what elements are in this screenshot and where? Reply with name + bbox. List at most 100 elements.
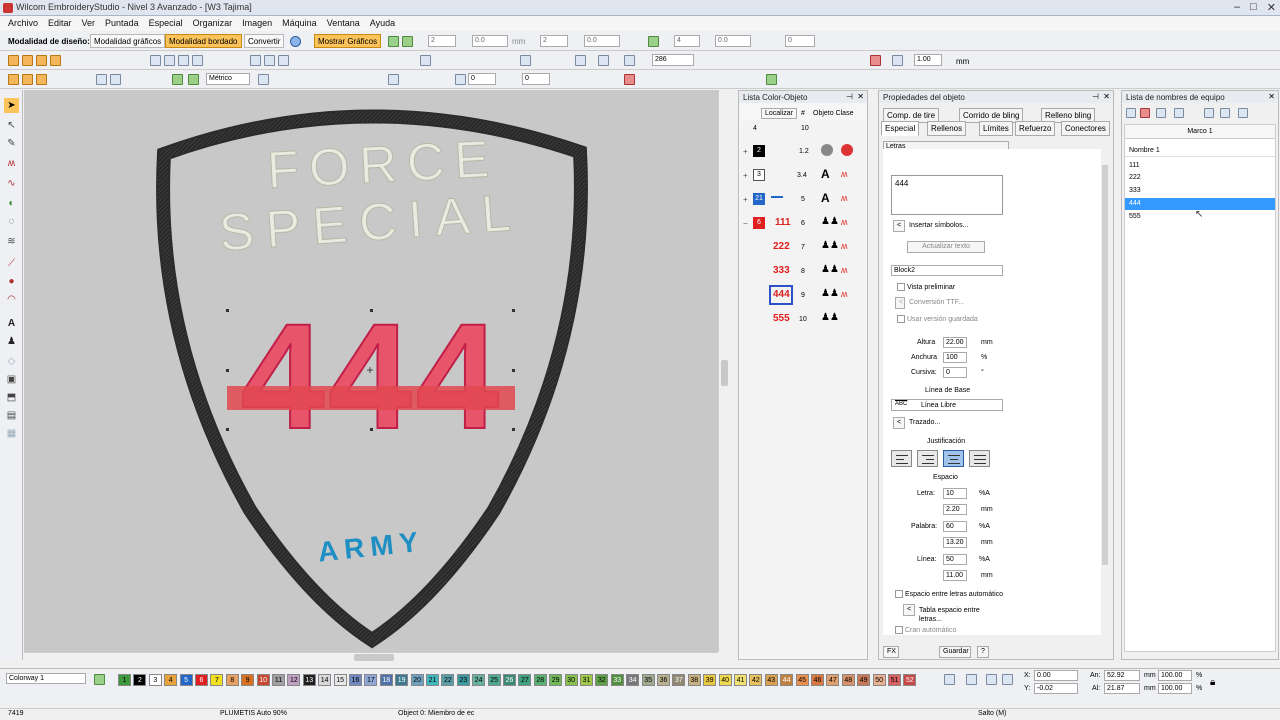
outline-tool-icon[interactable]: ◌ xyxy=(4,214,19,229)
grid-icon[interactable] xyxy=(388,36,399,47)
frame-tool-icon[interactable]: ▣ xyxy=(4,372,19,387)
trace-icon[interactable] xyxy=(420,55,431,66)
globe-icon[interactable] xyxy=(290,36,301,47)
run-tool-icon[interactable]: ∿ xyxy=(4,176,19,191)
color-swatch[interactable]: 44 xyxy=(780,674,794,686)
zoom-field[interactable]: 286 xyxy=(652,54,694,66)
localizar-button[interactable]: Localizar xyxy=(761,108,798,119)
team-columns-icon[interactable] xyxy=(1220,108,1230,118)
pen-tool-icon[interactable]: ✎ xyxy=(4,136,19,151)
color-swatch[interactable]: 10 xyxy=(256,674,270,686)
fill-icon[interactable] xyxy=(8,74,19,85)
team-sort-icon[interactable] xyxy=(1174,108,1184,118)
color-swatch[interactable]: 43 xyxy=(764,674,778,686)
panel-close-icon[interactable]: ✕ xyxy=(1103,92,1110,101)
lettering-art-icon[interactable] xyxy=(36,55,47,66)
menu-editar[interactable]: Editar xyxy=(44,16,76,31)
vscroll-thumb[interactable] xyxy=(721,360,728,386)
tatami-icon[interactable] xyxy=(22,74,33,85)
tab-refuerzo[interactable]: Refuerzo xyxy=(1015,121,1056,136)
spin-field-4[interactable]: 0.0 xyxy=(584,35,620,47)
monogram-tool-icon[interactable]: ◇ xyxy=(4,354,19,369)
team-name-row[interactable]: 333 xyxy=(1125,185,1275,197)
line-mm-input[interactable]: 11.00 xyxy=(943,570,967,581)
spin-field-5[interactable]: 4 xyxy=(674,35,700,47)
circle-tool-icon[interactable]: ● xyxy=(4,274,19,289)
colorway-select[interactable]: Colorway 1 xyxy=(6,673,86,684)
menu-archivo[interactable]: Archivo xyxy=(4,16,42,31)
color-swatch[interactable]: 39 xyxy=(703,674,717,686)
skew-field[interactable]: 0 xyxy=(522,73,550,85)
select-tool-icon[interactable]: ➤ xyxy=(4,98,19,113)
color-swatch[interactable]: 18 xyxy=(379,674,393,686)
align-icon[interactable] xyxy=(258,74,269,85)
color-swatch[interactable]: 9 xyxy=(241,674,255,686)
align-right-button[interactable] xyxy=(917,450,938,467)
align-justify-button[interactable] xyxy=(969,450,990,467)
word-mm-input[interactable]: 13.20 xyxy=(943,537,967,548)
trazado-link[interactable]: Trazado... xyxy=(909,419,940,426)
color-swatch[interactable]: 7 xyxy=(210,674,224,686)
pin-icon[interactable]: ⊣ xyxy=(1092,92,1099,101)
close-icon[interactable]: ✕ xyxy=(1267,1,1276,14)
color-swatch[interactable]: 52 xyxy=(903,674,917,686)
convert-button[interactable]: Convertir xyxy=(244,34,285,48)
zoom-icon[interactable] xyxy=(624,55,635,66)
tab-conectores[interactable]: Conectores xyxy=(1061,121,1110,136)
color-swatch[interactable]: 42 xyxy=(749,674,763,686)
color-swatch[interactable]: 3 xyxy=(148,674,162,686)
regen-icon[interactable] xyxy=(188,74,199,85)
color-swatch[interactable]: 45 xyxy=(795,674,809,686)
new-icon[interactable] xyxy=(150,55,161,66)
height-input[interactable]: 22.00 xyxy=(943,337,967,348)
color-swatch[interactable]: 20 xyxy=(410,674,424,686)
spin-field-1[interactable]: 2 xyxy=(428,35,456,47)
special-text[interactable]: SPECIAL xyxy=(217,183,525,263)
save-icon[interactable] xyxy=(178,55,189,66)
color-swatch[interactable]: 29 xyxy=(549,674,563,686)
print-icon[interactable] xyxy=(192,55,203,66)
cut-icon[interactable] xyxy=(250,55,261,66)
reshape-tool-icon[interactable]: ↖ xyxy=(4,118,19,133)
color-swatch[interactable]: 46 xyxy=(811,674,824,686)
scale-x-input[interactable]: 100.00 xyxy=(1158,670,1192,681)
army-text[interactable]: ARMY xyxy=(316,526,425,568)
colorbar-tool-icon[interactable] xyxy=(986,674,997,685)
stop-icon[interactable] xyxy=(870,55,881,66)
color-swatch[interactable]: 13 xyxy=(302,674,316,686)
color-swatch[interactable]: 17 xyxy=(364,674,378,686)
color-swatch[interactable]: 5 xyxy=(179,674,193,686)
color-swatch[interactable]: 28 xyxy=(533,674,547,686)
color-swatch[interactable]: 6 xyxy=(195,674,208,686)
copy-icon[interactable] xyxy=(264,55,275,66)
list-item[interactable]: + 21 5 A ʍ xyxy=(741,189,865,211)
list-item-selected[interactable]: 444 9 ♟♟ ʍ xyxy=(741,285,865,307)
hatch-tool-icon[interactable]: ▤ xyxy=(4,408,19,423)
design-canvas[interactable]: FORCE SPECIAL 444 ARMY + xyxy=(24,90,718,652)
color-swatch[interactable]: 11 xyxy=(272,674,285,686)
palette-icon[interactable] xyxy=(94,674,105,685)
panel-close-icon[interactable]: ✕ xyxy=(857,92,864,101)
spin-field-7[interactable]: 0 xyxy=(785,35,815,47)
color-swatch[interactable]: 27 xyxy=(518,674,532,686)
letter-mm-input[interactable]: 2.20 xyxy=(943,504,967,515)
colorbar-tool-icon[interactable] xyxy=(1002,674,1013,685)
refresh-icon[interactable] xyxy=(402,36,413,47)
color-swatch[interactable]: 47 xyxy=(826,674,840,686)
color-swatch[interactable]: 49 xyxy=(857,674,871,686)
arc-tool-icon[interactable]: ◠ xyxy=(4,292,19,307)
save-button[interactable]: Guardar xyxy=(939,646,971,658)
fill-tool-icon[interactable]: ◐ xyxy=(4,196,19,211)
team-name-row[interactable]: 111 xyxy=(1125,160,1275,172)
color-swatch[interactable]: 31 xyxy=(580,674,593,686)
spin-field-2[interactable]: 0.0 xyxy=(472,35,508,47)
menu-ventana[interactable]: Ventana xyxy=(323,16,364,31)
y-input[interactable]: -0.02 xyxy=(1034,683,1078,694)
props-scrollbar[interactable] xyxy=(1101,149,1109,635)
spin-field-3[interactable]: 2 xyxy=(540,35,568,47)
font-select[interactable]: Block2 xyxy=(891,265,1003,276)
color-swatch[interactable]: 26 xyxy=(503,674,516,686)
list-item[interactable]: + 3 3.4 A ʍ xyxy=(741,165,865,187)
text-entry[interactable]: 444 xyxy=(891,175,1003,215)
pin-icon[interactable]: ⊣ xyxy=(846,92,853,101)
